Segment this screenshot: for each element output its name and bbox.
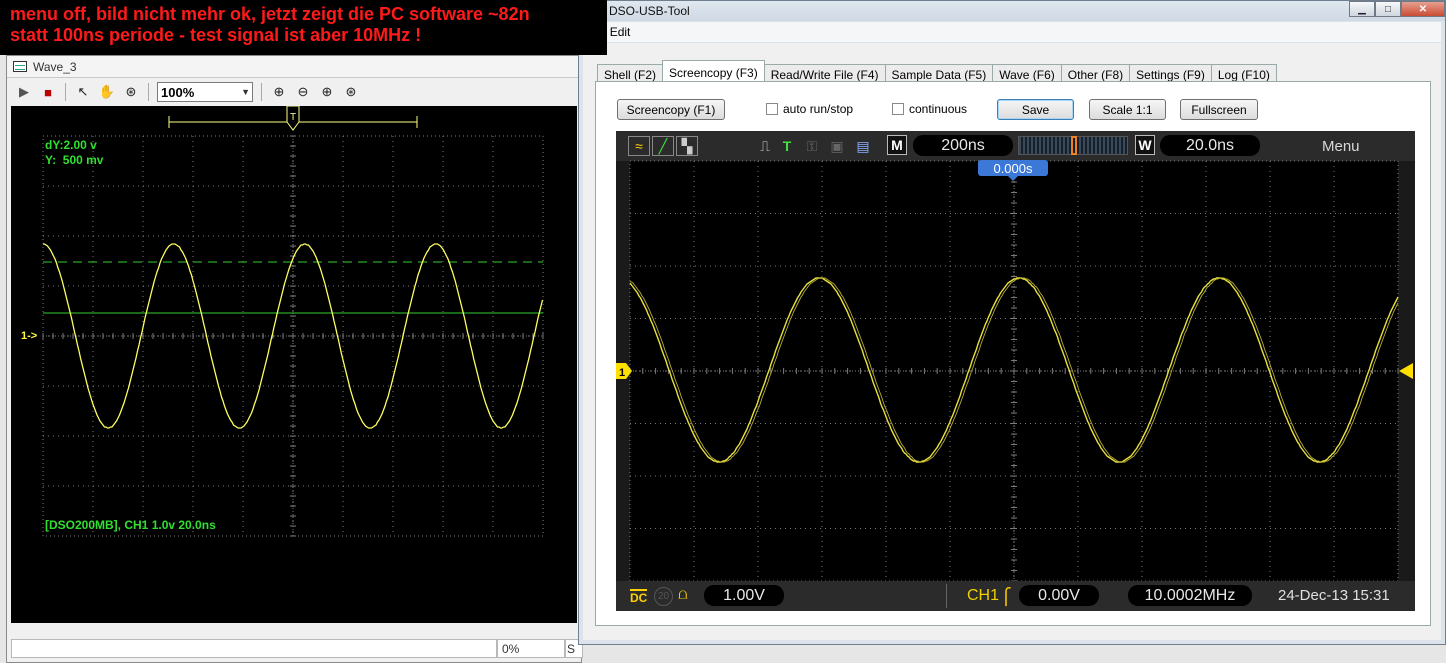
trigger-bracket: T xyxy=(168,106,418,131)
dso-scope-svg: 0.000s 1 xyxy=(616,160,1413,582)
trigger-level-arrow xyxy=(1399,363,1413,379)
zoom-in-icon[interactable]: ⊕ xyxy=(270,83,288,101)
scope-datetime: 24-Dec-13 15:31 xyxy=(1278,587,1390,604)
maximize-icon[interactable]: □ xyxy=(1375,1,1401,17)
trigger-level-value: 0.00V xyxy=(1019,585,1099,606)
autorun-checkbox-box[interactable] xyxy=(766,103,778,115)
dy-label: dY:2.00 v xyxy=(45,138,97,152)
menu-edit[interactable]: Edit xyxy=(610,25,631,39)
scope-footer-label: [DSO200MB], CH1 1.0v 20.0ns xyxy=(45,518,216,532)
invert-icon: ⩍ xyxy=(678,586,688,603)
status-field xyxy=(11,639,497,658)
volts-per-div-value: 1.00V xyxy=(704,585,784,606)
y-label: Y: 500 mv xyxy=(45,153,104,167)
save-button[interactable]: Save xyxy=(997,99,1074,120)
wave-window: Wave_3 ▶ ■ ↖ ✋ ⊛ 100% ▼ ⊕ ⊖ ⊕ ⊛ T dY:2.0… xyxy=(6,55,583,663)
wave-window-titlebar[interactable]: Wave_3 xyxy=(7,56,581,78)
zoom-fit-icon[interactable]: ⊕ xyxy=(318,83,336,101)
dso-titlebar[interactable]: DSO-USB-Tool xyxy=(579,1,1445,21)
channel-1-marker: 1 xyxy=(619,367,625,379)
play-icon[interactable]: ▶ xyxy=(15,83,33,101)
frequency-value: 10.0002MHz xyxy=(1128,585,1252,606)
annotation-line-2: statt 100ns periode - test signal ist ab… xyxy=(10,25,422,45)
svg-text:T: T xyxy=(290,112,296,123)
annotation-line-1: menu off, bild nicht mehr ok, jetzt zeig… xyxy=(10,4,530,24)
wave-toolbar: ▶ ■ ↖ ✋ ⊛ 100% ▼ ⊕ ⊖ ⊕ ⊛ xyxy=(7,79,581,105)
wave-statusbar: 0% S xyxy=(7,624,583,662)
zoom-out-icon[interactable]: ⊖ xyxy=(294,83,312,101)
coupling-dc-icon: DC xyxy=(630,589,648,605)
toolbar-separator xyxy=(261,83,262,101)
scope-bottom-bar: DC 20 ⩍ 1.00V CH1 ⎧ 0.00V 10.0002MHz 24-… xyxy=(616,581,1415,611)
minimize-icon[interactable]: ▁ xyxy=(1349,1,1375,17)
trigger-channel-label: CH1 xyxy=(967,587,1000,604)
continuous-label: continuous xyxy=(909,102,968,116)
zoom-select[interactable]: 100% ▼ xyxy=(157,82,253,102)
chevron-down-icon: ▼ xyxy=(241,87,250,97)
close-icon[interactable]: ✕ xyxy=(1401,1,1445,17)
target-icon[interactable]: ⊛ xyxy=(122,83,140,101)
wave-window-title: Wave_3 xyxy=(33,59,77,74)
autorun-checkbox[interactable]: auto run/stop xyxy=(766,102,853,116)
zoom-value: 100% xyxy=(161,84,195,100)
fullscreen-button[interactable]: Fullscreen xyxy=(1180,99,1258,120)
annotation-banner: menu off, bild nicht mehr ok, jetzt zeig… xyxy=(0,0,607,55)
continuous-checkbox[interactable]: continuous xyxy=(892,102,967,116)
bar-divider xyxy=(946,584,947,608)
pointer-icon[interactable]: ↖ xyxy=(74,83,92,101)
zoom-reset-icon[interactable]: ⊛ xyxy=(342,83,360,101)
dso-client-area: Shell (F2) Screencopy (F3) Read/Write Fi… xyxy=(583,43,1441,640)
dso-window: DSO-USB-Tool ▁ □ ✕ e Edit Shell (F2) Scr… xyxy=(578,0,1446,645)
hand-icon[interactable]: ✋ xyxy=(98,83,116,101)
stop-icon[interactable]: ■ xyxy=(39,83,57,101)
continuous-checkbox-box[interactable] xyxy=(892,103,904,115)
channel-marker: 1-> xyxy=(21,330,38,342)
autorun-label: auto run/stop xyxy=(783,102,854,116)
trigger-time-label: 0.000s xyxy=(993,161,1033,176)
progress-field: 0% xyxy=(497,639,565,658)
toolbar-separator xyxy=(148,83,149,101)
wave-scope-svg: T xyxy=(42,106,544,537)
screencopy-panel: Screencopy (F1) auto run/stop continuous… xyxy=(595,81,1431,626)
trigger-slope-icon: ⎧ xyxy=(1000,589,1012,606)
screencopy-button[interactable]: Screencopy (F1) xyxy=(617,99,725,120)
dso-menubar: e Edit xyxy=(583,22,1441,42)
wave-scope-display: T dY:2.00 v Y: 500 mv 1-> [DSO200MB], CH… xyxy=(11,106,577,623)
dso-screenshot: ≈ ╱ ▚ ⎍ T ⚿ ▣ ▤ M 200ns W 20.0ns Menu 0.… xyxy=(616,131,1415,611)
scale-button[interactable]: Scale 1:1 xyxy=(1089,99,1166,120)
dso-window-title: DSO-USB-Tool xyxy=(609,4,690,18)
bandwidth-limit-icon: 20 xyxy=(654,587,673,606)
toolbar-separator xyxy=(65,83,66,101)
wave-app-icon xyxy=(13,61,27,72)
window-controls: ▁ □ ✕ xyxy=(1349,1,1445,17)
